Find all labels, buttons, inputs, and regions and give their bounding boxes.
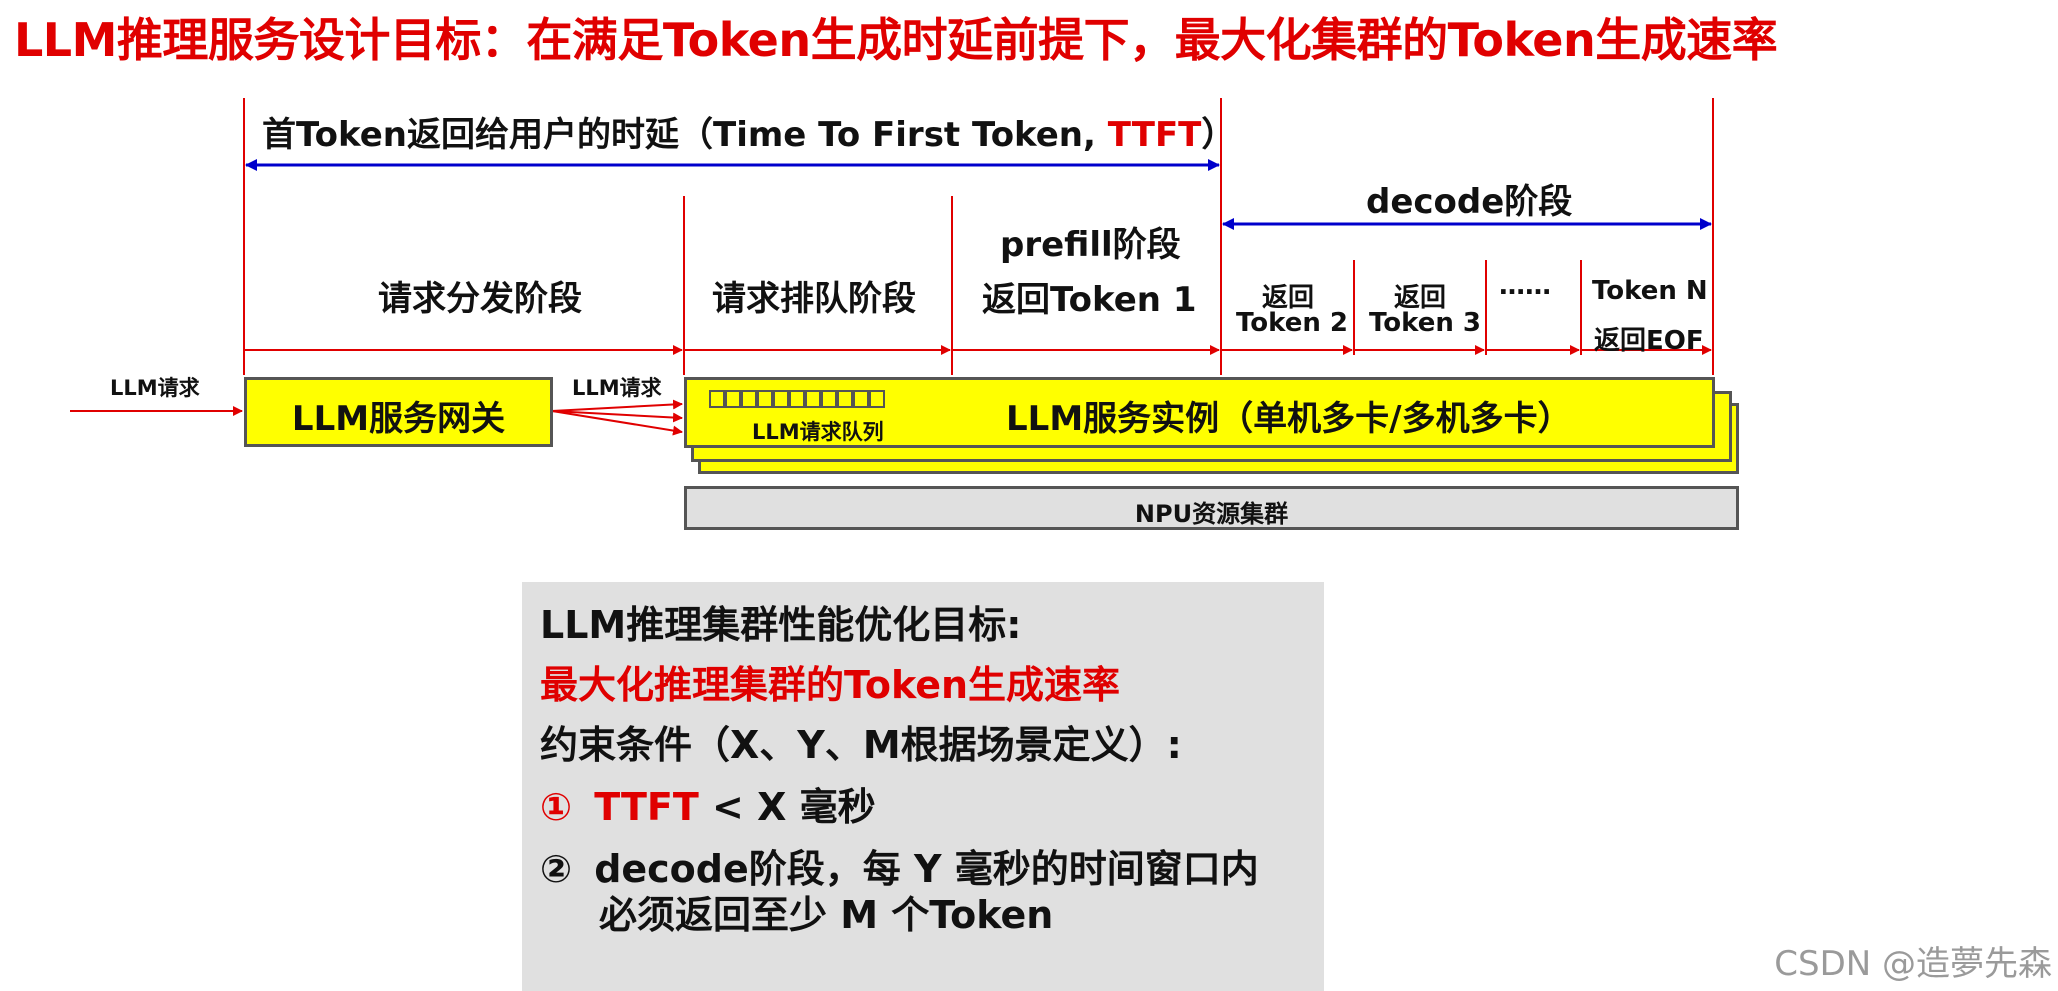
npu-label: NPU资源集群	[1134, 500, 1289, 528]
queue-label: LLM请求队列	[752, 420, 884, 444]
csdn-watermark: CSDN @造夢先森	[1774, 944, 2052, 984]
constraint-1-number: ①	[540, 785, 573, 829]
queue-slot	[789, 390, 805, 408]
constraint-2-number: ②	[540, 847, 573, 891]
queue-slot	[741, 390, 757, 408]
stage-label-tokenN-line1: Token N	[1592, 276, 1708, 306]
ttft-label: 首Token返回给用户的时延（Time To First Token, TTFT…	[262, 107, 1235, 156]
ttft-label-prefix: 首Token返回给用户的时延（Time To First Token,	[262, 115, 1108, 155]
queue-slot	[821, 390, 837, 408]
gateway-label: LLM服务网关	[291, 399, 506, 439]
constraint-1-ttft: TTFT	[594, 785, 699, 829]
optimization-goals-panel: LLM推理集群性能优化目标: 最大化推理集群的Token生成速率 约束条件（X、…	[522, 582, 1324, 991]
queue-slot	[853, 390, 869, 408]
stage-label-dispatch: 请求分发阶段	[378, 279, 582, 319]
stage-label-token2-line2: Token 2	[1236, 308, 1349, 338]
queue-slot	[805, 390, 821, 408]
stage-label-tokenN-line2: 返回EOF	[1594, 326, 1704, 356]
queue-slot	[869, 390, 885, 408]
panel-objective: 最大化推理集群的Token生成速率	[540, 663, 1121, 707]
panel-constraints-heading: 约束条件（X、Y、M根据场景定义）:	[540, 723, 1182, 767]
request-fanout-label: LLM请求	[572, 376, 662, 400]
ttft-label-highlight: TTFT	[1107, 115, 1202, 155]
ttft-label-suffix: ）	[1201, 115, 1236, 155]
constraint-1-rest: < X 毫秒	[712, 785, 876, 829]
queue-slot	[837, 390, 853, 408]
fanout-arrow-1	[551, 399, 683, 412]
stage-label-queue: 请求排队阶段	[712, 279, 916, 319]
stage-label-token3-line2: Token 3	[1369, 308, 1482, 338]
queue-slot	[709, 390, 725, 408]
queue-slot	[773, 390, 789, 408]
panel-heading: LLM推理集群性能优化目标:	[540, 603, 1022, 647]
stage-label-token1: 返回Token 1	[982, 280, 1197, 320]
stage-label-ellipsis: ……	[1499, 271, 1551, 301]
queue-slot	[757, 390, 773, 408]
panel-constraint-1: ① TTFT < X 毫秒	[540, 776, 876, 831]
request-in-label: LLM请求	[110, 376, 200, 400]
decode-label: decode阶段	[1366, 182, 1573, 222]
instance-label: LLM服务实例（单机多卡/多机多卡）	[1006, 399, 1572, 439]
panel-constraint-2-cont: 必须返回至少 M 个Token	[599, 893, 1054, 937]
stage-label-prefill: prefill阶段	[1000, 225, 1181, 265]
queue-slot	[725, 390, 741, 408]
